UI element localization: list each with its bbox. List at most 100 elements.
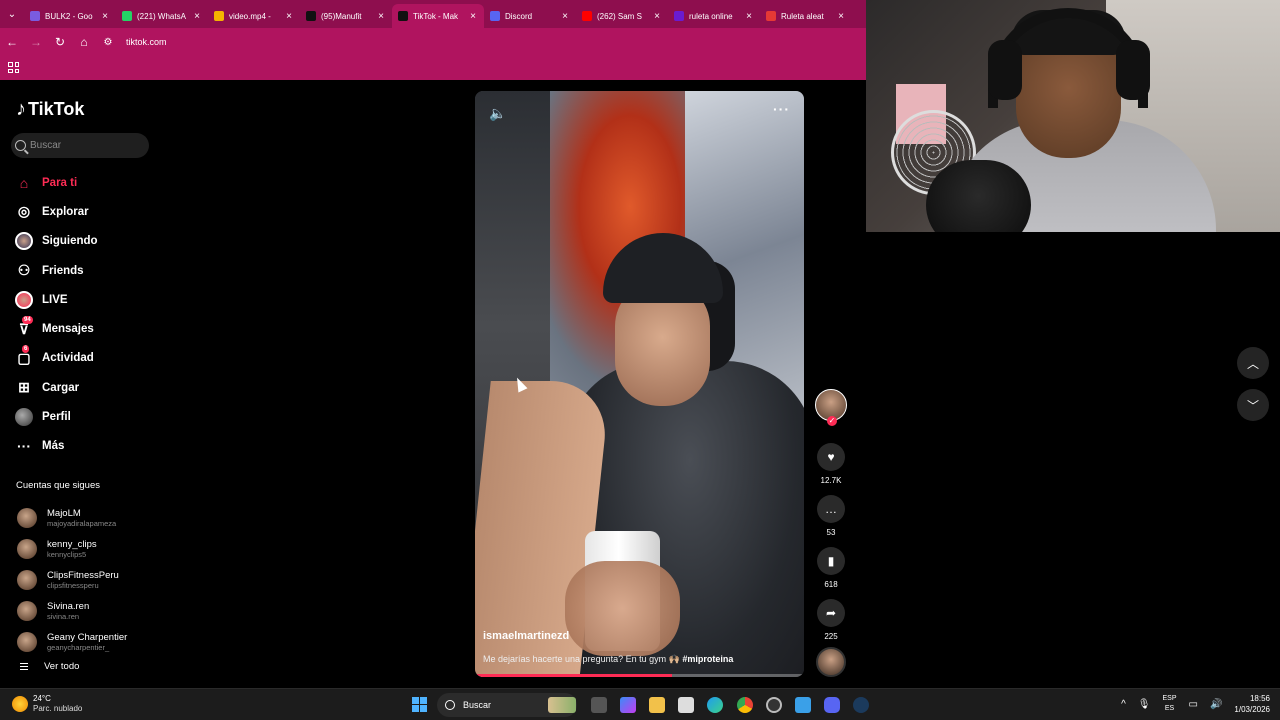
video-hashtag[interactable]: #miproteina xyxy=(682,654,733,664)
sidebar-item-label: Explorar xyxy=(42,205,89,218)
see-all-link[interactable]: Ver todo xyxy=(20,661,79,672)
file-explorer-icon[interactable] xyxy=(649,697,665,713)
facebook-icon[interactable] xyxy=(795,697,811,713)
clock[interactable]: 18:56 1/03/2026 xyxy=(1234,693,1270,715)
sidebar-item-upload[interactable]: ⊞ Cargar xyxy=(14,373,98,402)
sidebar-item-messages[interactable]: ⊽ 94 Mensajes xyxy=(14,314,98,343)
tab-favicon-icon xyxy=(766,11,776,21)
url-field[interactable]: tiktok.com xyxy=(126,37,167,47)
store-icon[interactable] xyxy=(678,697,694,713)
video-description-text: Me dejarías hacerte una pregunta? En tu … xyxy=(483,654,680,664)
task-view-icon[interactable] xyxy=(591,697,607,713)
forward-icon[interactable]: → xyxy=(24,28,48,56)
browser-tab[interactable]: ruleta online × xyxy=(668,4,760,28)
tab-close-icon[interactable]: × xyxy=(376,11,386,22)
sidebar-item-friends[interactable]: ⚇ Friends xyxy=(14,256,98,285)
windows-start-icon[interactable] xyxy=(412,697,427,712)
chrome-icon[interactable] xyxy=(737,697,753,713)
back-icon[interactable]: ← xyxy=(0,28,24,56)
sidebar-item-activity[interactable]: ▢ 6 Actividad xyxy=(14,344,98,373)
copilot-icon[interactable] xyxy=(620,697,636,713)
browser-tab-bar: ⌄ BULK2 - Goo × (221) WhatsA × video.mp4 - ×(… xyxy=(0,0,866,28)
sidebar-item-live[interactable]: LIVE xyxy=(14,285,98,314)
tray-mic-icon[interactable]: 🎙 xyxy=(1138,699,1151,710)
compass-icon: ◎ xyxy=(17,203,31,220)
volume-tray-icon[interactable]: 🔊 xyxy=(1210,699,1222,710)
address-bar: ← → ↻ ⌂ ⚙ tiktok.com xyxy=(0,28,866,56)
activity-icon: ▢ 6 xyxy=(17,345,31,366)
tab-close-icon[interactable]: × xyxy=(560,11,570,22)
network-icon[interactable]: ▭ xyxy=(1189,699,1198,710)
follow-plus-icon[interactable]: ✓ xyxy=(827,416,837,426)
account-name: kenny_clips xyxy=(47,538,97,550)
comment-icon[interactable]: … xyxy=(817,495,845,523)
search-input[interactable]: Buscar xyxy=(11,133,149,158)
save-count: 618 xyxy=(824,580,838,589)
browser-tab[interactable]: (262) Sam S × xyxy=(576,4,668,28)
share-icon[interactable]: ➦ xyxy=(817,599,845,627)
upload-icon: ⊞ xyxy=(18,379,30,396)
language-indicator[interactable]: ESP ES xyxy=(1162,694,1176,714)
sidebar-item-more[interactable]: ··· Más xyxy=(14,432,98,461)
account-handle: geanycharpentier_ xyxy=(47,642,110,652)
tab-close-icon[interactable]: × xyxy=(100,11,110,22)
following-account[interactable]: ClipsFitnessPeru clipsfitnessperu xyxy=(17,564,127,595)
bookmark-icon[interactable]: ▮ xyxy=(817,547,845,575)
creator-avatar[interactable]: ✓ xyxy=(815,389,847,426)
browser-tab[interactable]: Discord × xyxy=(484,4,576,28)
notification-badge: 6 xyxy=(22,345,30,354)
tiktok-logo[interactable]: ♪ TikTok xyxy=(16,98,84,121)
sidebar-item-following-avatar[interactable]: Siguiendo xyxy=(14,227,98,256)
tab-close-icon[interactable]: × xyxy=(744,11,754,22)
following-account[interactable]: Geany Charpentier geanycharpentier_ xyxy=(17,626,127,657)
following-account[interactable]: Sivina.ren sivina.ren xyxy=(17,595,127,626)
home-browser-icon[interactable]: ⌂ xyxy=(72,28,96,56)
apps-grid-icon[interactable] xyxy=(8,62,19,73)
sidebar-item-profile[interactable]: Perfil xyxy=(14,402,98,431)
site-info-icon[interactable]: ⚙ xyxy=(96,28,120,56)
more-options-icon[interactable]: ··· xyxy=(773,101,790,117)
microphone xyxy=(926,160,1031,232)
music-disc-icon[interactable] xyxy=(816,647,846,677)
following-account[interactable]: MajoLM majoyadiralapameza xyxy=(17,502,127,533)
browser-tab[interactable]: Ruleta aleat × xyxy=(760,4,852,28)
weather-widget[interactable]: 24°C Parc. nublado xyxy=(12,694,82,714)
video-author[interactable]: ismaelmartinezd xyxy=(483,630,793,642)
tab-title: video.mp4 - xyxy=(229,11,271,21)
reload-icon[interactable]: ↻ xyxy=(48,28,72,56)
discord-icon[interactable] xyxy=(824,697,840,713)
browser-tab[interactable]: TikTok - Mak × xyxy=(392,4,484,28)
tab-title: (221) WhatsA xyxy=(137,11,186,21)
browser-tab[interactable]: video.mp4 - × xyxy=(208,4,300,28)
sidebar-item-home[interactable]: ⌂ Para ti xyxy=(14,168,98,197)
settings-app-icon[interactable] xyxy=(766,697,782,713)
video-actions: ✓ ♥ 12.7K … 53 ▮ 618 ➦ 225 xyxy=(815,389,847,677)
volume-icon[interactable]: 🔈 xyxy=(489,105,506,122)
tab-close-icon[interactable]: × xyxy=(468,11,478,22)
home-icon: ⌂ xyxy=(19,174,29,191)
previous-video-chevron-up-icon[interactable]: ︿ xyxy=(1237,347,1269,379)
edge-icon[interactable] xyxy=(707,697,723,713)
tab-favicon-icon xyxy=(674,11,684,21)
tab-close-icon[interactable]: × xyxy=(836,11,846,22)
sidebar-item-label: Actividad xyxy=(42,352,94,365)
like-heart-icon[interactable]: ♥ xyxy=(817,443,845,471)
sidebar-item-label: Para ti xyxy=(42,176,78,189)
following-account[interactable]: kenny_clips kennyclips5 xyxy=(17,533,127,564)
video-progress-bar[interactable] xyxy=(475,674,804,677)
sidebar-item-compass[interactable]: ◎ Explorar xyxy=(14,197,98,226)
next-video-chevron-down-icon[interactable]: ﹀ xyxy=(1237,389,1269,421)
system-tray: ^ 🎙 ESP ES ▭ 🔊 18:56 1/03/2026 xyxy=(1121,693,1270,715)
tab-close-icon[interactable]: × xyxy=(652,11,662,22)
browser-tab[interactable]: (221) WhatsA × xyxy=(116,4,208,28)
tab-title: (95)Manufit xyxy=(321,11,362,21)
tab-close-icon[interactable]: × xyxy=(192,11,202,22)
avatar xyxy=(17,569,37,590)
video-description: Me dejarías hacerte una pregunta? En tu … xyxy=(483,654,793,665)
browser-tab[interactable]: BULK2 - Goo × xyxy=(24,4,116,28)
tab-close-icon[interactable]: × xyxy=(284,11,294,22)
browser-tab[interactable]: (95)Manufit × xyxy=(300,4,392,28)
tab-search-icon[interactable]: ⌄ xyxy=(0,0,24,28)
steam-icon[interactable] xyxy=(853,697,869,713)
tray-chevron-up-icon[interactable]: ^ xyxy=(1121,699,1126,710)
